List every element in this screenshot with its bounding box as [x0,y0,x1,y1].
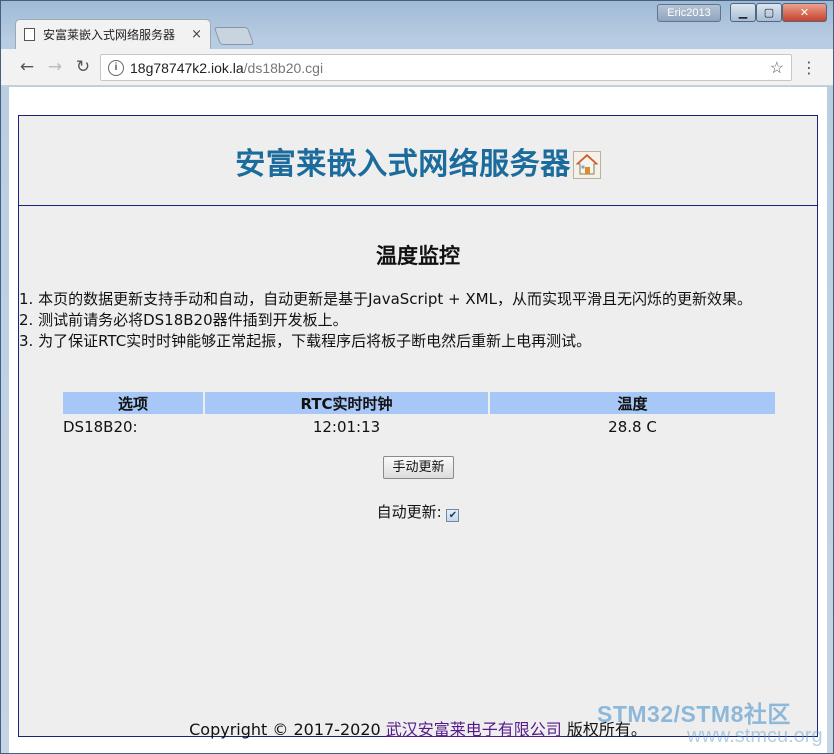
temperature-value: 28.8 C [608,418,657,436]
watermark-line-1: STM32/STM8社区 [597,701,791,727]
page-container: 安富莱嵌入式网络服务器 温度监控 1. 本页的数据更新支持手动和自动，自动更新是… [18,115,818,739]
url-host: 18g78747k2.iok.la [130,59,244,76]
instructions-list: 1. 本页的数据更新支持手动和自动，自动更新是基于JavaScript + XM… [19,289,752,352]
reload-icon[interactable]: ↻ [72,56,94,78]
page-viewport: 安富莱嵌入式网络服务器 温度监控 1. 本页的数据更新支持手动和自动，自动更新是… [9,87,827,753]
forward-arrow-icon[interactable]: → [44,56,66,78]
sensor-label: DS18B20: [63,418,138,436]
auto-update-checkbox[interactable]: ✔ [446,509,460,522]
sensor-table: 选项 RTC实时时钟 温度 DS18B20: 12:01:13 28.8 C [61,390,777,440]
maximize-button[interactable]: ▢ [756,3,782,22]
company-link[interactable]: 武汉安富莱电子有限公司 [386,720,562,739]
url-path: /ds18b20.cgi [243,59,324,76]
browser-window: 安富莱嵌入式网络服务器 × Eric2013 ▁ ▢ ✕ ← → ↻ i 18g… [0,0,834,754]
close-window-button[interactable]: ✕ [782,3,827,22]
watermark-line-2: www.stmcu.org [687,725,823,747]
column-header-option: 选项 [63,392,203,414]
new-tab-button[interactable] [213,27,255,45]
home-icon[interactable] [572,151,601,179]
instruction-item: 1. 本页的数据更新支持手动和自动，自动更新是基于JavaScript + XM… [19,290,752,308]
table-header-row: 选项 RTC实时时钟 温度 [63,392,775,414]
rtc-time-value: 12:01:13 [312,418,381,436]
title-bar: 安富莱嵌入式网络服务器 × Eric2013 ▁ ▢ ✕ [1,1,833,49]
table-row: DS18B20: 12:01:13 28.8 C [63,416,775,438]
copyright-text: Copyright © 2017-2020 [189,720,386,739]
back-arrow-icon[interactable]: ← [16,56,38,78]
browser-tab[interactable]: 安富莱嵌入式网络服务器 × [15,19,211,49]
instruction-item: 2. 测试前请务必将DS18B20器件插到开发板上。 [19,311,348,329]
browser-menu-icon[interactable]: ⋮ [801,58,817,78]
column-header-rtc: RTC实时时钟 [205,392,488,414]
instruction-item: 3. 为了保证RTC实时时钟能够正常起振，下载程序后将板子断电然后重新上电再测试… [19,332,592,350]
tab-title: 安富莱嵌入式网络服务器 [43,28,176,42]
site-title: 安富莱嵌入式网络服务器 [235,139,601,183]
auto-update-row: 自动更新: ✔ [19,501,817,522]
address-bar[interactable]: i 18g78747k2.iok.la /ds18b20.cgi ☆ [100,54,792,81]
watermark: STM32/STM8社区 www.stmcu.org [597,695,833,751]
site-title-text: 安富莱嵌入式网络服务器 [235,146,571,182]
tab-close-icon[interactable]: × [191,27,202,42]
auto-update-label: 自动更新: [376,503,442,521]
document-icon [24,28,35,41]
bookmark-star-icon[interactable]: ☆ [770,58,784,78]
manual-update-button[interactable]: 手动更新 [383,456,454,479]
browser-toolbar: ← → ↻ i 18g78747k2.iok.la /ds18b20.cgi ☆… [1,49,833,86]
minimize-button[interactable]: ▁ [730,3,756,22]
user-profile-badge[interactable]: Eric2013 [657,4,721,22]
page-header: 安富莱嵌入式网络服务器 [19,116,817,206]
column-header-temperature: 温度 [490,392,775,414]
info-icon[interactable]: i [108,59,124,76]
section-title: 温度监控 [376,244,460,268]
